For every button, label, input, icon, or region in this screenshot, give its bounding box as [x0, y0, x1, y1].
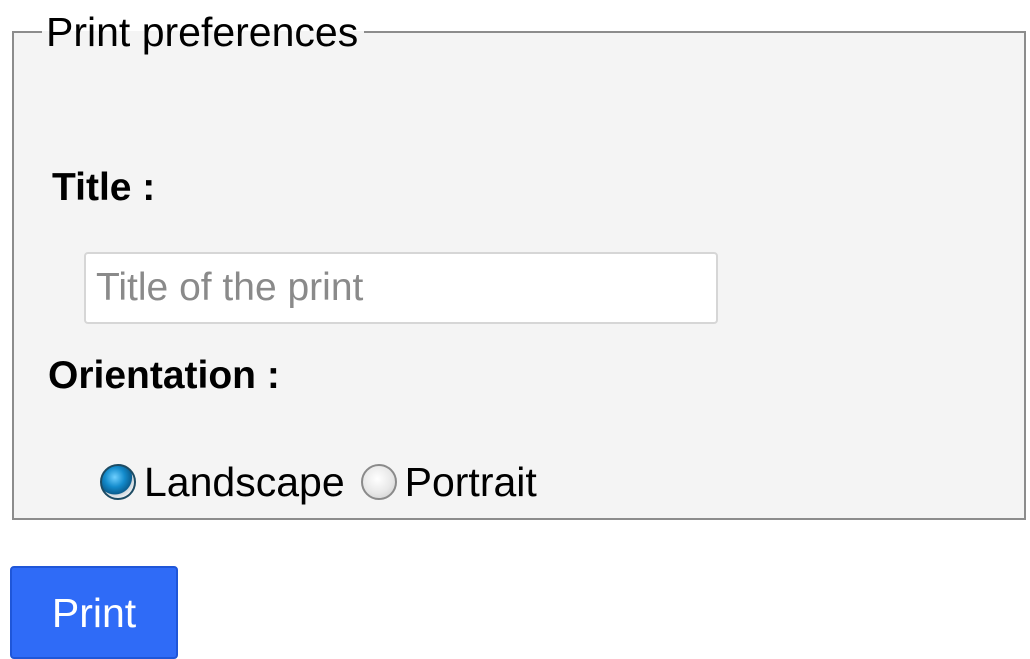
fieldset-legend: Print preferences [46, 9, 359, 55]
print-preferences-fieldset: Print preferences Title : Orientation : … [12, 8, 1026, 520]
title-input[interactable] [84, 252, 718, 324]
orientation-radio-group: Landscape Portrait [100, 458, 553, 506]
portrait-option-label[interactable]: Portrait [405, 458, 537, 506]
page: Print preferences Title : Orientation : … [0, 0, 1030, 659]
title-label: Title : [52, 166, 156, 209]
orientation-label: Orientation : [48, 354, 280, 397]
radio-unchecked-icon[interactable] [360, 464, 397, 500]
radio-checked-icon[interactable] [100, 464, 136, 500]
landscape-option-label[interactable]: Landscape [144, 458, 345, 506]
print-button[interactable]: Print [10, 566, 178, 659]
